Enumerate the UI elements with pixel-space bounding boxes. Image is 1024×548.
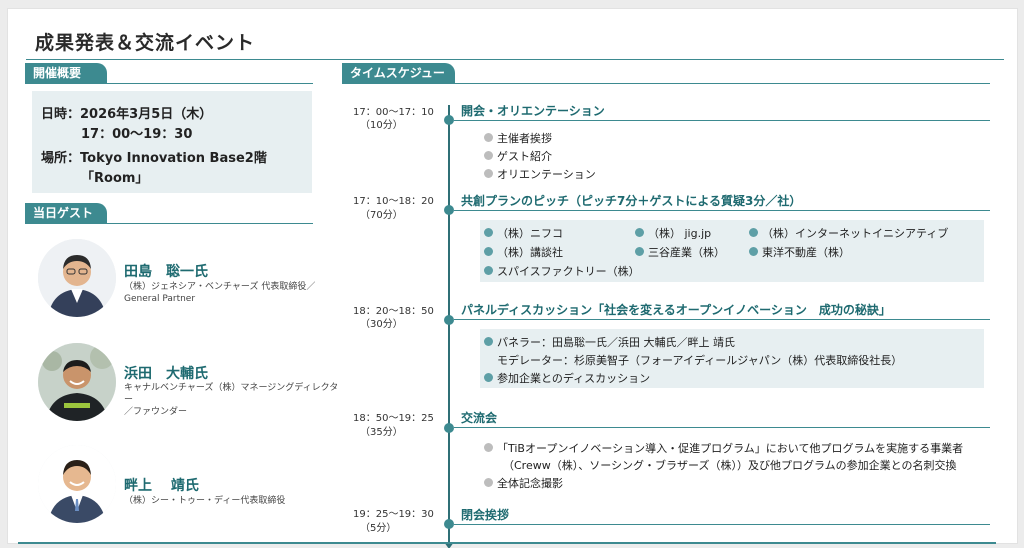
section-title: 開会・オリエンテーション — [461, 104, 605, 118]
bottom-divider — [18, 542, 996, 544]
slide: 成果発表＆交流イベント 開催概要 日時：2026年3月5日（木） 17：00〜1… — [7, 8, 1018, 548]
overview-time: 17：00〜19：30 — [81, 127, 193, 142]
section-title: 閉会挨拶 — [461, 508, 510, 522]
timeline-dot — [444, 205, 454, 215]
person-icon — [38, 445, 116, 523]
title-divider — [26, 59, 1004, 60]
guest-name: 田島 聡一氏 — [124, 264, 208, 280]
timetable-tag-line — [342, 83, 990, 84]
section-duration: （35分） — [360, 427, 403, 438]
person-icon — [38, 239, 116, 317]
section-title: パネルディスカッション「社会を変えるオープンイノベーション 成功の秘訣」 — [461, 303, 891, 317]
overview-date: 日時：2026年3月5日（木） — [41, 107, 213, 122]
list-item: スパイスファクトリー（株） — [484, 263, 640, 279]
timetable-tag: タイムスケジュール — [342, 63, 455, 101]
timeline-dot — [444, 519, 454, 529]
avatar — [38, 343, 116, 421]
section-time: 17：10〜18：20 — [353, 196, 434, 207]
list-item: 参加企業とのディスカッション — [484, 370, 650, 386]
person-icon — [38, 343, 116, 421]
list-item: パネラー：田島聡一氏／浜田 大輔氏／畔上 靖氏 — [484, 334, 735, 350]
list-item: （株）講談社 — [484, 244, 563, 260]
timeline-dot — [444, 115, 454, 125]
overview-room: 「Room」 — [81, 171, 149, 186]
guests-tag-line — [25, 223, 313, 224]
section-divider — [454, 427, 990, 428]
section-divider — [454, 524, 990, 525]
timeline-dot — [444, 315, 454, 325]
overview-box: 日時：2026年3月5日（木） 17：00〜19：30 場所：Tokyo Inn… — [32, 91, 312, 193]
list-item: 三谷産業（株） — [635, 244, 725, 260]
guest-name: 浜田 大輔氏 — [124, 366, 208, 382]
list-item: （株） jig.jp — [635, 225, 711, 241]
section-title: 交流会 — [461, 411, 498, 425]
guest-card: 田島 聡一氏 （株）ジェネシア・ベンチャーズ 代表取締役／ General Pa… — [32, 239, 342, 329]
list-item: 「TiBオープンイノベーション導入・促進プログラム」において他プログラムを実施す… — [484, 440, 963, 456]
list-item: 全体記念撮影 — [484, 475, 563, 491]
section-duration: （10分） — [360, 120, 403, 131]
overview-place: 場所：Tokyo Innovation Base2階 — [41, 151, 267, 166]
list-item: （株）インターネットイニシアティブ — [749, 225, 948, 241]
list-item: 主催者挨拶 — [484, 130, 552, 146]
section-divider — [454, 210, 990, 211]
guests-tag: 当日ゲスト — [25, 203, 107, 224]
guest-card: 浜田 大輔氏 キャナルベンチャーズ（株）マネージングディレクター ／ファウンダー — [32, 343, 342, 433]
section-time: 18：50〜19：25 — [353, 413, 434, 424]
guest-name: 畔上 靖氏 — [124, 478, 199, 494]
page-title: 成果発表＆交流イベント — [35, 32, 256, 54]
section-divider — [454, 120, 990, 121]
moderator-line: モデレーター：杉原美智子（フォーアイディールジャパン（株）代表取締役社長） — [497, 354, 903, 367]
section-duration: （70分） — [360, 210, 403, 221]
exchange-detail-line: （Creww（株）、ソーシング・ブラザーズ（株））及び他プログラムの参加企業との… — [503, 459, 957, 472]
overview-tag-line — [25, 83, 313, 84]
list-item: （株）ニフコ — [484, 225, 563, 241]
section-title: 共創プランのピッチ（ピッチ7分＋ゲストによる質疑3分／社） — [461, 194, 802, 208]
section-duration: （5分） — [360, 523, 397, 534]
guest-card: 畔上 靖氏 （株）シー・トゥー・ディー代表取締役 — [32, 445, 342, 535]
avatar — [38, 445, 116, 523]
list-item: ゲスト紹介 — [484, 148, 552, 164]
guest-description: キャナルベンチャーズ（株）マネージングディレクター ／ファウンダー — [124, 383, 339, 417]
section-time: 19：25〜19：30 — [353, 509, 434, 520]
list-item: オリエンテーション — [484, 166, 596, 182]
timeline-dot — [444, 423, 454, 433]
guest-description: （株）ジェネシア・ベンチャーズ 代表取締役／ General Partner — [124, 282, 316, 304]
overview-tag: 開催概要 — [25, 63, 107, 84]
section-duration: （30分） — [360, 319, 403, 330]
guest-description: （株）シー・トゥー・ディー代表取締役 — [124, 496, 286, 506]
avatar — [38, 239, 116, 317]
list-item: 東洋不動産（株） — [749, 244, 850, 260]
section-divider — [454, 319, 990, 320]
